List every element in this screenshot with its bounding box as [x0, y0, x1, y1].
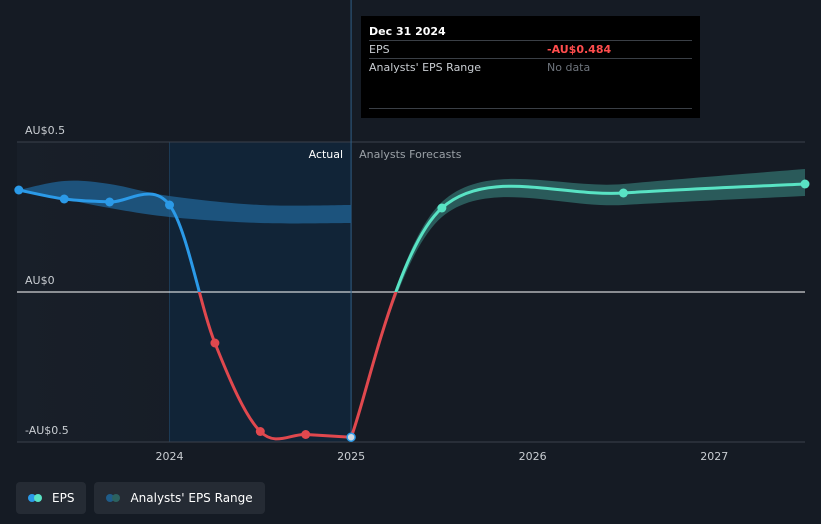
legend-range-label: Analysts' EPS Range [130, 491, 253, 505]
eps-actual-point [301, 430, 311, 439]
x-tick-label: 2027 [700, 450, 728, 463]
section-label-forecast: Analysts Forecasts [359, 148, 462, 161]
legend-range-swatch-icon [106, 493, 122, 503]
legend-eps-label: EPS [52, 491, 75, 505]
eps-actual-point [14, 185, 24, 195]
x-tick-label: 2024 [156, 450, 184, 463]
tooltip-range-value: No data [547, 61, 591, 74]
y-tick-label: AU$0.5 [25, 124, 65, 137]
tooltip-eps-value: -AU$0.484 [547, 43, 612, 56]
tooltip-eps-label: EPS [369, 43, 390, 56]
hover-tooltip: Dec 31 2024 EPS -AU$0.484 Analysts' EPS … [361, 16, 700, 118]
chart-legend: EPS Analysts' EPS Range [16, 482, 265, 514]
eps-actual-point [105, 197, 115, 207]
tooltip-date: Dec 31 2024 [369, 25, 446, 38]
tooltip-range-label: Analysts' EPS Range [369, 61, 482, 74]
tooltip-row-range: Analysts' EPS Range No data [369, 58, 692, 76]
eps-forecast-line-negative [349, 292, 398, 438]
eps-actual-point [255, 427, 265, 436]
x-tick-label: 2026 [519, 450, 547, 463]
section-label-actual: Actual [309, 148, 343, 161]
tooltip-row-eps: EPS -AU$0.484 [369, 40, 692, 58]
legend-item-eps[interactable]: EPS [16, 482, 87, 514]
eps-actual-point [346, 432, 356, 442]
eps-forecast-line-positive [394, 182, 806, 292]
eps-forecast-point [800, 179, 810, 189]
eps-actual-point [210, 338, 220, 348]
x-tick-label: 2025 [337, 450, 365, 463]
eps-range-band-forecast [351, 169, 805, 438]
eps-actual-point [59, 194, 69, 204]
eps-actual-point [165, 200, 175, 210]
legend-item-eps-range[interactable]: Analysts' EPS Range [94, 482, 265, 514]
eps-chart: AU$0.5 AU$0 -AU$0.5 2024 2025 2026 2027 Actual A… [0, 0, 821, 520]
y-tick-label: -AU$0.5 [25, 424, 69, 437]
eps-forecast-point [437, 203, 447, 213]
legend-eps-swatch-icon [28, 493, 44, 503]
y-tick-label: AU$0 [25, 274, 55, 287]
eps-forecast-point [618, 188, 628, 198]
tooltip-divider [369, 108, 692, 109]
